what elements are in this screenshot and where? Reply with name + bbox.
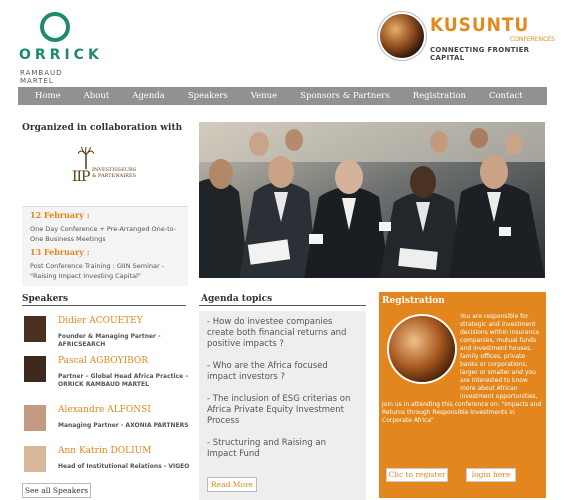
agenda-item: - Who are the Africa focused impact inve… <box>207 361 328 382</box>
main-nav: Home About Agenda Speakers Venue Sponsor… <box>18 87 547 105</box>
kusuntu-logo[interactable]: KUSUNTU CONFERENCES CONNECTING FRONTIER … <box>378 12 555 62</box>
event-description: One Day Conference + Pre-Arranged One-to… <box>30 225 177 243</box>
orrick-logo[interactable]: ORRICK RAMBAUD MARTEL <box>18 12 103 85</box>
nav-sponsors-partners[interactable]: Sponsors & Partners <box>300 91 390 101</box>
iip-logo[interactable]: IIP INVESTISSEURS & PARTENAIRES <box>70 147 142 185</box>
nav-about[interactable]: About <box>84 91 110 101</box>
kusuntu-word: KUSUNTU <box>430 14 530 36</box>
collaboration-title: Organized in collaboration with <box>22 123 183 133</box>
nav-speakers[interactable]: Speakers <box>188 91 228 101</box>
events-box: 12 February : One Day Conference + Pre-A… <box>22 206 188 286</box>
nav-registration[interactable]: Registration <box>413 91 466 101</box>
orrick-name: ORRICK <box>19 47 103 63</box>
speaker-photo <box>24 405 46 431</box>
speaker-item[interactable]: Didier ACOUETEY Founder & Managing Partn… <box>24 316 184 348</box>
speakers-title: Speakers <box>22 294 69 304</box>
iip-logo-sub: INVESTISSEURS & PARTENAIRES <box>92 167 137 179</box>
speaker-name[interactable]: Alexandre ALFONSI <box>58 405 151 415</box>
nav-contact[interactable]: Contact <box>489 91 523 101</box>
palm-tree-icon <box>78 147 94 169</box>
event-date: 13 February : <box>30 247 90 257</box>
speaker-item[interactable]: Ann Katrin DOLIUM Head of Institutional … <box>24 446 189 478</box>
event-description: Post Conference Training : GIIN Seminar … <box>30 262 165 280</box>
speaker-photo <box>24 316 46 342</box>
orrick-ring-icon <box>40 12 70 42</box>
page: ORRICK RAMBAUD MARTEL KUSUNTU CONFERENCE… <box>0 0 564 500</box>
orrick-sub: RAMBAUD MARTEL <box>20 69 63 85</box>
nav-venue[interactable]: Venue <box>251 91 277 101</box>
see-all-speakers-button[interactable]: See all Speakers <box>22 483 91 498</box>
speaker-name[interactable]: Pascal AGBOYIBOR <box>58 356 148 366</box>
registration-box: Registration You are responsible for str… <box>379 292 546 498</box>
agenda-box: - How do investee companies create both … <box>199 311 366 500</box>
globe-spacer <box>382 313 460 395</box>
speaker-role: Partner – Global Head Africa Practice – … <box>58 373 189 388</box>
speaker-photo <box>24 446 46 472</box>
speaker-role: Head of Institutional Relations - VIGEO <box>58 463 190 470</box>
conference-photo <box>199 122 545 278</box>
nav-home[interactable]: Home <box>35 91 61 101</box>
speakers-divider <box>22 305 186 306</box>
nav-agenda[interactable]: Agenda <box>132 91 165 101</box>
agenda-divider <box>199 305 366 306</box>
login-button[interactable]: login here <box>466 468 516 482</box>
speaker-item[interactable]: Alexandre ALFONSI Managing Partner - AXO… <box>24 405 189 437</box>
speaker-item[interactable]: Pascal AGBOYIBOR Partner – Global Head A… <box>24 356 188 396</box>
kusuntu-conferences: CONFERENCES <box>510 36 555 43</box>
agenda-item: - How do investee companies create both … <box>207 317 347 349</box>
registration-title: Registration <box>382 296 445 306</box>
event-date: 12 February : <box>30 210 90 220</box>
kusuntu-tagline: CONNECTING FRONTIER CAPITAL <box>430 46 530 62</box>
agenda-title: Agenda topics <box>201 294 273 304</box>
agenda-item: - Structuring and Raising an Impact Fund <box>207 438 326 459</box>
globe-icon <box>380 14 424 58</box>
iip-logo-text: IIP <box>72 169 91 185</box>
speaker-photo <box>24 356 46 382</box>
speaker-role: Managing Partner - AXONIA PARTNERS <box>58 422 189 429</box>
conference-audience-image <box>199 122 545 278</box>
read-more-button[interactable]: Read More <box>207 477 257 492</box>
speaker-name[interactable]: Ann Katrin DOLIUM <box>58 446 151 456</box>
register-button[interactable]: Clic to register <box>386 468 448 482</box>
speaker-role: Founder & Managing Partner - AFRICSEARCH <box>58 333 161 348</box>
agenda-item: - The inclusion of ESG criterias on Afri… <box>207 394 351 426</box>
registration-text: You are responsible for strategic and in… <box>382 313 544 425</box>
speaker-name[interactable]: Didier ACOUETEY <box>58 316 143 326</box>
